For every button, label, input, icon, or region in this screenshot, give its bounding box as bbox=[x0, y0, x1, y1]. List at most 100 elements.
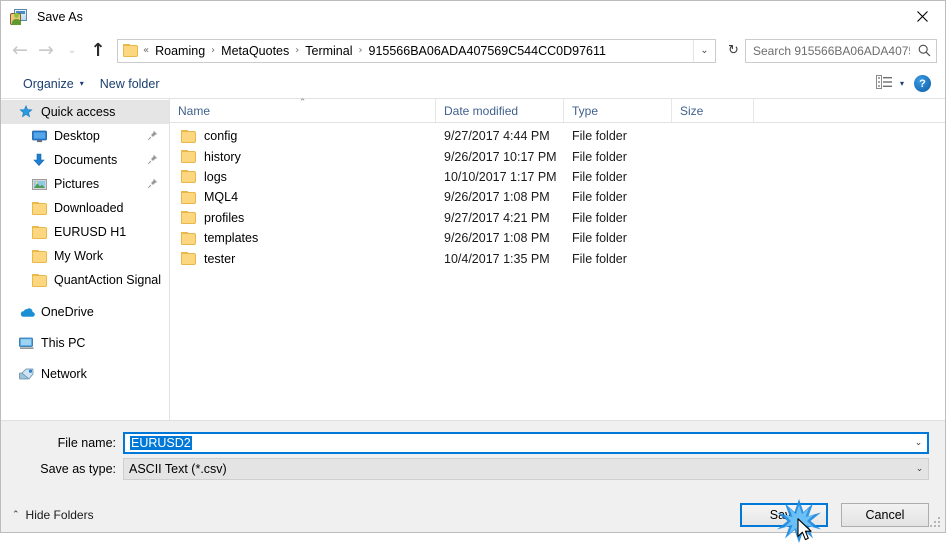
search-input[interactable] bbox=[746, 43, 912, 58]
breadcrumb-overflow[interactable]: « bbox=[142, 45, 150, 56]
forward-arrow-icon[interactable]: → bbox=[33, 38, 59, 64]
breadcrumb-item-roaming[interactable]: Roaming bbox=[150, 42, 210, 60]
file-name-cell: history bbox=[170, 150, 436, 164]
pictures-icon bbox=[32, 178, 50, 191]
file-date-cell: 10/4/2017 1:35 PM bbox=[444, 251, 550, 266]
close-icon[interactable] bbox=[899, 1, 945, 32]
pin-icon[interactable] bbox=[147, 130, 158, 141]
chevron-down-icon[interactable]: ⌄ bbox=[910, 438, 927, 448]
sidebar-item-label: EURUSD H1 bbox=[54, 225, 127, 239]
table-row[interactable]: MQL4 9/26/2017 1:08 PM File folder bbox=[170, 187, 945, 207]
organize-button[interactable]: Organize ▾ bbox=[15, 73, 92, 95]
file-name-cell: tester bbox=[170, 252, 436, 266]
search-icon[interactable] bbox=[912, 44, 936, 57]
save-as-icon bbox=[10, 8, 28, 26]
sidebar-item-network[interactable]: Network bbox=[1, 362, 169, 386]
save-button-wrapper: Save bbox=[740, 498, 828, 543]
sidebar-item-documents[interactable]: Documents bbox=[1, 148, 169, 172]
file-name-value[interactable]: EURUSD2 bbox=[125, 436, 910, 450]
folder-icon bbox=[32, 249, 50, 263]
sidebar-item-eurusd-h1[interactable]: EURUSD H1 bbox=[1, 220, 169, 244]
new-folder-label: New folder bbox=[99, 76, 160, 91]
search-box[interactable] bbox=[745, 38, 937, 63]
table-row[interactable]: tester 10/4/2017 1:35 PM File folder bbox=[170, 248, 945, 268]
sidebar-item-label: Quick access bbox=[41, 105, 116, 119]
sidebar-item-pictures[interactable]: Pictures bbox=[1, 172, 169, 196]
view-mode-button[interactable]: ▾ bbox=[870, 72, 910, 95]
table-row[interactable]: history 9/26/2017 10:17 PM File folder bbox=[170, 146, 945, 166]
file-name-cell: logs bbox=[170, 170, 436, 184]
onedrive-icon bbox=[19, 307, 37, 318]
up-arrow-icon[interactable]: ↑ bbox=[85, 38, 111, 64]
back-arrow-icon[interactable]: ← bbox=[7, 38, 33, 64]
sidebar-item-label: Network bbox=[41, 367, 87, 381]
sidebar-item-this-pc[interactable]: This PC bbox=[1, 331, 169, 355]
file-name-label: File name: bbox=[57, 436, 116, 450]
documents-icon bbox=[32, 153, 50, 167]
sidebar-item-quantaction-signal[interactable]: QuantAction Signal bbox=[1, 268, 169, 292]
file-list-pane: ⌃ Name Date modified Type Size config 9/… bbox=[170, 98, 945, 420]
help-button[interactable]: ? bbox=[914, 75, 931, 92]
file-date-cell: 9/26/2017 1:08 PM bbox=[444, 231, 550, 246]
column-header-label: Size bbox=[680, 103, 704, 118]
pin-icon[interactable] bbox=[147, 154, 158, 165]
file-type-cell: File folder bbox=[572, 190, 627, 205]
table-row[interactable]: profiles 9/27/2017 4:21 PM File folder bbox=[170, 208, 945, 228]
file-type-cell: File folder bbox=[572, 129, 627, 144]
breadcrumb-item-instance-id[interactable]: 915566BA06ADA407569C544CC0D97611 bbox=[364, 42, 611, 60]
view-list-icon bbox=[875, 75, 893, 92]
sidebar-item-my-work[interactable]: My Work bbox=[1, 244, 169, 268]
sidebar-item-desktop[interactable]: Desktop bbox=[1, 124, 169, 148]
dialog-body: Quick access Desktop Documents Pictures … bbox=[1, 98, 945, 420]
title-bar: Save As bbox=[1, 1, 945, 32]
table-row[interactable]: templates 9/26/2017 1:08 PM File folder bbox=[170, 228, 945, 248]
sidebar-item-label: Documents bbox=[54, 153, 118, 167]
column-header-type[interactable]: Type bbox=[564, 99, 672, 122]
chevron-down-icon[interactable]: ⌄ bbox=[693, 39, 715, 62]
sort-ascending-icon: ⌃ bbox=[298, 98, 307, 108]
folder-icon bbox=[181, 170, 196, 184]
file-name-cell: profiles bbox=[170, 211, 436, 225]
chevron-down-icon[interactable]: ⌄ bbox=[911, 464, 928, 474]
file-date-cell: 9/26/2017 10:17 PM bbox=[444, 149, 557, 164]
sidebar-item-quick-access[interactable]: Quick access bbox=[1, 100, 169, 124]
breadcrumb-item-metaquotes[interactable]: MetaQuotes bbox=[216, 42, 294, 60]
save-as-type-value: ASCII Text (*.csv) bbox=[129, 462, 227, 476]
sidebar-item-label: Downloaded bbox=[54, 201, 124, 215]
new-folder-button[interactable]: New folder bbox=[92, 73, 168, 95]
file-name-label: MQL4 bbox=[204, 190, 239, 205]
file-name-input[interactable]: EURUSD2 bbox=[130, 436, 192, 450]
pin-icon[interactable] bbox=[147, 178, 158, 189]
sidebar-item-label: This PC bbox=[41, 336, 86, 350]
cancel-button[interactable]: Cancel bbox=[841, 502, 929, 527]
file-date-cell: 9/26/2017 1:08 PM bbox=[444, 190, 550, 205]
column-header-name[interactable]: ⌃ Name bbox=[170, 98, 436, 122]
file-name-label: templates bbox=[204, 231, 259, 246]
sidebar-item-label: Desktop bbox=[54, 129, 100, 143]
file-rows: config 9/27/2017 4:44 PM File folder his… bbox=[170, 123, 945, 420]
file-name-label: history bbox=[204, 149, 241, 164]
table-row[interactable]: logs 10/10/2017 1:17 PM File folder bbox=[170, 167, 945, 187]
organize-label: Organize bbox=[23, 76, 74, 91]
file-date-cell: 9/27/2017 4:44 PM bbox=[444, 129, 550, 144]
save-as-type-combobox[interactable]: ASCII Text (*.csv) ⌄ bbox=[123, 458, 929, 480]
sidebar-item-downloaded[interactable]: Downloaded bbox=[1, 196, 169, 220]
save-as-type-label: Save as type: bbox=[40, 462, 116, 476]
file-name-cell: templates bbox=[170, 231, 436, 245]
hide-folders-button[interactable]: ⌃ Hide Folders bbox=[12, 508, 94, 522]
table-row[interactable]: config 9/27/2017 4:44 PM File folder bbox=[170, 126, 945, 146]
thispc-icon bbox=[19, 337, 37, 350]
file-name-combobox[interactable]: EURUSD2 ⌄ bbox=[123, 432, 929, 454]
column-header-size[interactable]: Size bbox=[672, 99, 754, 122]
recent-locations-chevron-icon[interactable]: ⌄ bbox=[59, 38, 85, 64]
sidebar-item-onedrive[interactable]: OneDrive bbox=[1, 300, 169, 324]
file-type-cell: File folder bbox=[572, 210, 627, 225]
refresh-icon[interactable]: ↻ bbox=[722, 39, 745, 63]
folder-icon bbox=[181, 211, 196, 225]
column-header-date-modified[interactable]: Date modified bbox=[436, 99, 564, 122]
save-as-type-row: Save as type: ASCII Text (*.csv) ⌄ bbox=[1, 458, 945, 480]
breadcrumb-item-terminal[interactable]: Terminal bbox=[300, 42, 357, 60]
address-bar[interactable]: « Roaming › MetaQuotes › Terminal › 9155… bbox=[117, 38, 716, 63]
hide-folders-label: Hide Folders bbox=[25, 507, 94, 522]
save-button[interactable]: Save bbox=[740, 502, 828, 527]
